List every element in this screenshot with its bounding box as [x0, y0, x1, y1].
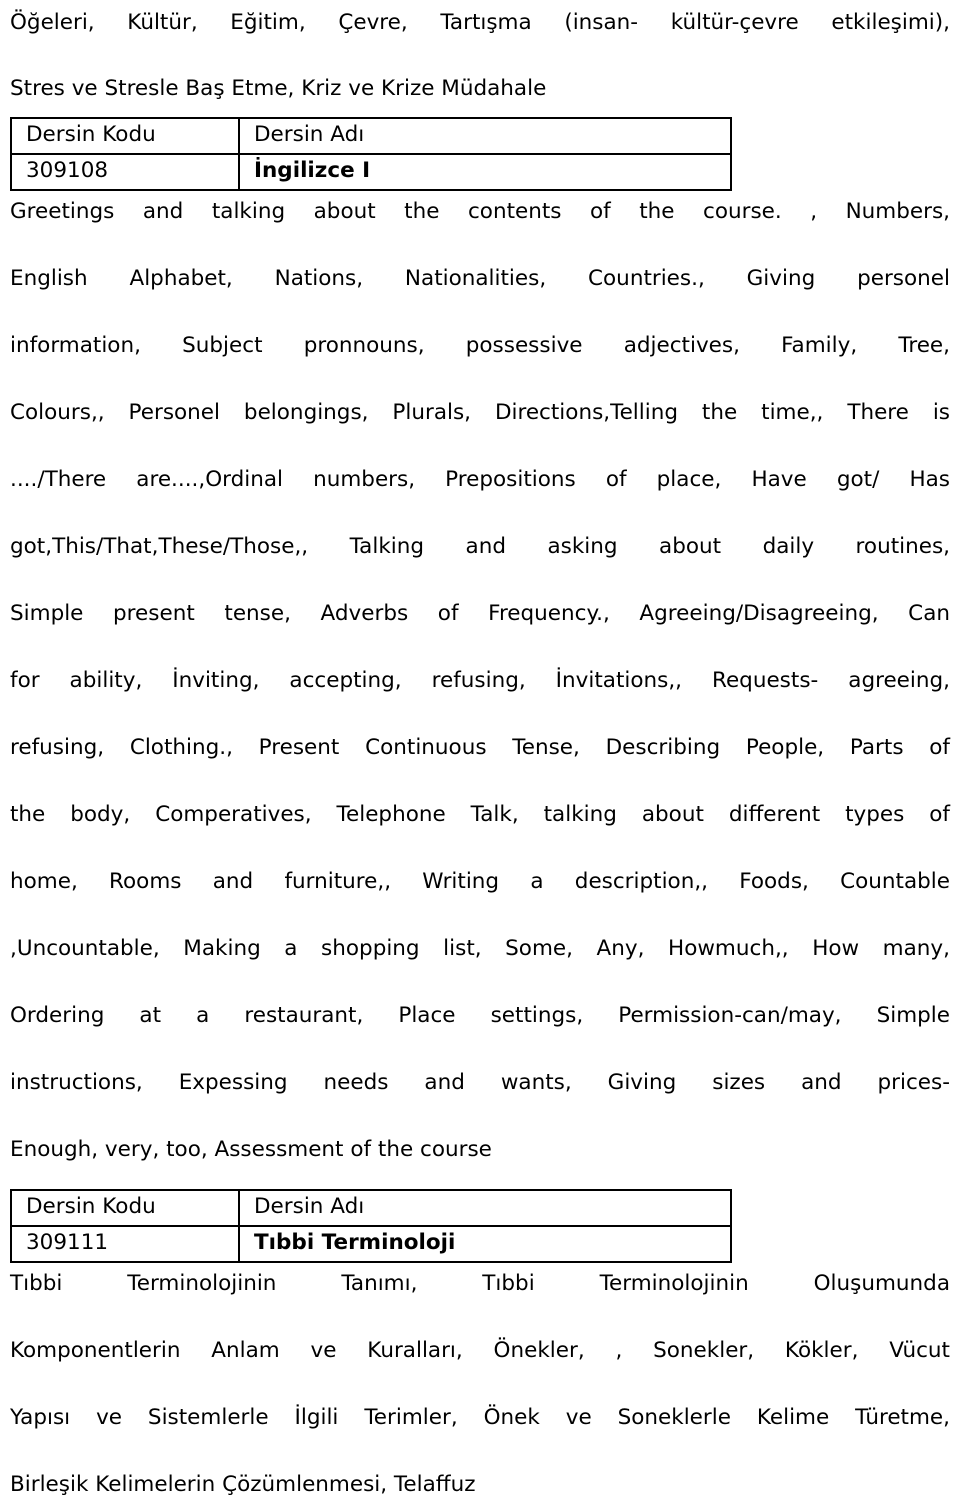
desc-line: Ordering at a restaurant, Place settings…: [10, 1003, 950, 1028]
heading-line-2: Stres ve Stresle Baş Etme, Kriz ve Krize…: [10, 76, 546, 101]
desc-line: Colours,, Personel belongings, Plurals, …: [10, 400, 950, 425]
desc-line: ..../There are....,Ordinal numbers, Prep…: [10, 467, 950, 492]
desc-line: Birleşik Kelimelerin Çözümlenmesi, Telaf…: [10, 1472, 476, 1497]
desc-line: ,Uncountable, Making a shopping list, So…: [10, 936, 950, 961]
desc-line: English Alphabet, Nations, Nationalities…: [10, 266, 950, 291]
course-name-value: İngilizce I: [239, 154, 731, 190]
document-page: Öğeleri, Kültür, Eğitim, Çevre, Tartışma…: [0, 0, 960, 864]
desc-line: information, Subject pronnouns, possessi…: [10, 333, 950, 358]
desc-line: Tıbbi Terminolojinin Tanımı, Tıbbi Termi…: [10, 1271, 950, 1296]
desc-line: Simple present tense, Adverbs of Frequen…: [10, 601, 950, 626]
desc-line: refusing, Clothing., Present Continuous …: [10, 735, 950, 760]
header-dersin-kodu: Dersin Kodu: [11, 118, 239, 154]
course-description-2: Tıbbi Terminolojinin Tanımı, Tıbbi Termi…: [10, 1267, 952, 1501]
desc-line: instructions, Expessing needs and wants,…: [10, 1070, 950, 1095]
desc-line: Yapısı ve Sistemlerle İlgili Terimler, Ö…: [10, 1405, 950, 1430]
table-header-row: Dersin Kodu Dersin Adı: [11, 118, 731, 154]
table-row: 309111 Tıbbi Terminoloji: [11, 1226, 731, 1262]
header-dersin-kodu: Dersin Kodu: [11, 1190, 239, 1226]
desc-line: for ability, İnviting, accepting, refusi…: [10, 668, 950, 693]
desc-line: home, Rooms and furniture,, Writing a de…: [10, 869, 950, 894]
heading-line-1: Öğeleri, Kültür, Eğitim, Çevre, Tartışma…: [10, 10, 950, 35]
section-gap: [10, 1167, 952, 1189]
course-table-1: Dersin Kodu Dersin Adı 309108 İngilizce …: [10, 117, 732, 191]
desc-line: Komponentlerin Anlam ve Kuralları, Önekl…: [10, 1338, 950, 1363]
course-code-value: 309108: [11, 154, 239, 190]
header-dersin-adi: Dersin Adı: [239, 118, 731, 154]
desc-line: Enough, very, too, Assessment of the cou…: [10, 1137, 492, 1162]
heading-paragraph: Öğeleri, Kültür, Eğitim, Çevre, Tartışma…: [10, 6, 952, 105]
desc-line: Greetings and talking about the contents…: [10, 199, 950, 224]
table-header-row: Dersin Kodu Dersin Adı: [11, 1190, 731, 1226]
course-code-value: 309111: [11, 1226, 239, 1262]
desc-line: got,This/That,These/Those,, Talking and …: [10, 534, 950, 559]
course-name-value: Tıbbi Terminoloji: [239, 1226, 731, 1262]
header-dersin-adi: Dersin Adı: [239, 1190, 731, 1226]
course-description-1: Greetings and talking about the contents…: [10, 195, 952, 1167]
course-table-2: Dersin Kodu Dersin Adı 309111 Tıbbi Term…: [10, 1189, 732, 1263]
table-row: 309108 İngilizce I: [11, 154, 731, 190]
desc-line: the body, Comperatives, Telephone Talk, …: [10, 802, 950, 827]
